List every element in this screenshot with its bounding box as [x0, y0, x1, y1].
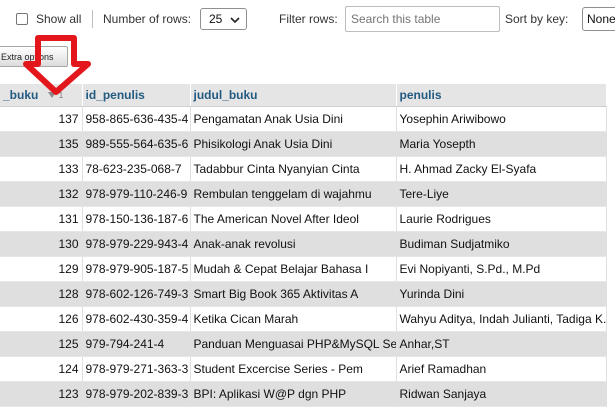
- show-all-control[interactable]: Show all: [16, 0, 81, 38]
- cell-id-buku[interactable]: 135: [0, 131, 83, 157]
- table-row[interactable]: 137 958-865-636-435-4 Pengamatan Anak Us…: [0, 106, 607, 132]
- filter-search-input[interactable]: [345, 6, 500, 32]
- cell-judul-buku[interactable]: Anak-anak revolusi: [190, 231, 397, 257]
- sort-key-value: None: [587, 12, 615, 26]
- cell-id-penulis[interactable]: 978-150-136-187-6: [82, 206, 191, 232]
- column-header-id-penulis[interactable]: id_penulis: [82, 84, 191, 107]
- cell-penulis[interactable]: Budiman Sudjatmiko: [396, 231, 607, 257]
- cell-id-penulis[interactable]: 978-979-202-839-3: [82, 381, 191, 407]
- cell-judul-buku[interactable]: Student Excercise Series - Pem: [190, 356, 397, 382]
- cell-penulis[interactable]: Anhar,ST: [396, 331, 607, 357]
- cell-judul-buku[interactable]: Mudah & Cepat Belajar Bahasa I: [190, 256, 397, 282]
- table-row[interactable]: 131 978-150-136-187-6 The American Novel…: [0, 206, 607, 232]
- cell-judul-buku[interactable]: BPI: Aplikasi W@P dgn PHP: [190, 381, 397, 407]
- cell-penulis[interactable]: Maria Yosepth: [396, 131, 607, 157]
- column-header-label[interactable]: penulis: [400, 88, 442, 102]
- cell-judul-buku[interactable]: Tadabbur Cinta Nyanyian Cinta: [190, 156, 397, 182]
- table-row[interactable]: 129 978-979-905-187-5 Mudah & Cepat Bela…: [0, 256, 607, 282]
- cell-id-penulis[interactable]: 979-794-241-4: [82, 331, 191, 357]
- results-table: _buku 1 id_penulis judul_buku penulis 13…: [0, 84, 607, 407]
- table-row[interactable]: 132 978-979-110-246-9 Rembulan tenggelam…: [0, 181, 607, 207]
- cell-id-penulis[interactable]: 978-979-271-363-3: [82, 356, 191, 382]
- rows-select[interactable]: 25: [200, 8, 247, 30]
- cell-id-penulis[interactable]: 78-623-235-068-7: [82, 156, 191, 182]
- rows-label: Number of rows:: [103, 12, 192, 26]
- cell-id-penulis[interactable]: 958-865-636-435-4: [82, 106, 191, 132]
- table-row[interactable]: 130 978-979-229-943-4 Anak-anak revolusi…: [0, 231, 607, 257]
- cell-id-buku[interactable]: 123: [0, 381, 83, 407]
- cell-judul-buku[interactable]: Pengamatan Anak Usia Dini: [190, 106, 397, 132]
- cell-penulis[interactable]: Yosephin Ariwibowo: [396, 106, 607, 132]
- column-header-label[interactable]: judul_buku: [194, 88, 258, 102]
- cell-id-buku[interactable]: 130: [0, 231, 83, 257]
- table-row[interactable]: 126 978-602-430-359-4 Ketika Cican Marah…: [0, 306, 607, 332]
- show-all-label: Show all: [36, 12, 82, 26]
- table-row[interactable]: 123 978-979-202-839-3 BPI: Aplikasi W@P …: [0, 381, 607, 407]
- table-row[interactable]: 133 78-623-235-068-7 Tadabbur Cinta Nyan…: [0, 156, 607, 182]
- cell-id-buku[interactable]: 126: [0, 306, 83, 332]
- toolbar-divider: [92, 10, 93, 28]
- table-navigation-toolbar: Show all Number of rows: 25 Filter rows:…: [0, 0, 615, 38]
- column-header-judul-buku[interactable]: judul_buku: [190, 84, 397, 107]
- cell-id-penulis[interactable]: 978-602-126-749-3: [82, 281, 191, 307]
- cell-judul-buku[interactable]: Panduan Menguasai PHP&MySQL Se: [190, 331, 397, 357]
- cell-judul-buku[interactable]: Rembulan tenggelam di wajahmu: [190, 181, 397, 207]
- red-arrow-annotation: [23, 35, 91, 95]
- cell-penulis[interactable]: Evi Nopiyanti, S.Pd., M.Pd: [396, 256, 607, 282]
- cell-id-penulis[interactable]: 978-979-229-943-4: [82, 231, 191, 257]
- table-row[interactable]: 128 978-602-126-749-3 Smart Big Book 365…: [0, 281, 607, 307]
- cell-penulis[interactable]: Ridwan Sanjaya: [396, 381, 607, 407]
- cell-id-penulis[interactable]: 978-979-905-187-5: [82, 256, 191, 282]
- cell-id-buku[interactable]: 131: [0, 206, 83, 232]
- cell-penulis[interactable]: Laurie Rodrigues: [396, 206, 607, 232]
- column-header-penulis[interactable]: penulis: [396, 84, 607, 107]
- cell-penulis[interactable]: H. Ahmad Zacky El-Syafa: [396, 156, 607, 182]
- cell-judul-buku[interactable]: The American Novel After Ideol: [190, 206, 397, 232]
- cell-id-buku[interactable]: 137: [0, 106, 83, 132]
- sort-label: Sort by key:: [505, 12, 569, 26]
- cell-penulis[interactable]: Wahyu Aditya, Indah Julianti, Tadiga K.: [396, 306, 607, 332]
- show-all-checkbox[interactable]: [16, 13, 28, 25]
- sort-key-select[interactable]: None: [582, 7, 615, 31]
- cell-id-buku[interactable]: 133: [0, 156, 83, 182]
- cell-penulis[interactable]: Yurinda Dini: [396, 281, 607, 307]
- cell-id-penulis[interactable]: 989-555-564-635-6: [82, 131, 191, 157]
- table-row[interactable]: 124 978-979-271-363-3 Student Excercise …: [0, 356, 607, 382]
- cell-id-buku[interactable]: 125: [0, 331, 83, 357]
- cell-id-buku[interactable]: 132: [0, 181, 83, 207]
- table-row[interactable]: 125 979-794-241-4 Panduan Menguasai PHP&…: [0, 331, 607, 357]
- cell-judul-buku[interactable]: Phisikologi Anak Usia Dini: [190, 131, 397, 157]
- filter-label: Filter rows:: [279, 12, 338, 26]
- cell-id-penulis[interactable]: 978-602-430-359-4: [82, 306, 191, 332]
- cell-id-buku[interactable]: 128: [0, 281, 83, 307]
- cell-penulis[interactable]: Tere-Liye: [396, 181, 607, 207]
- cell-id-penulis[interactable]: 978-979-110-246-9: [82, 181, 191, 207]
- table-row[interactable]: 135 989-555-564-635-6 Phisikologi Anak U…: [0, 131, 607, 157]
- cell-penulis[interactable]: Arief Ramadhan: [396, 356, 607, 382]
- cell-id-buku[interactable]: 129: [0, 256, 83, 282]
- cell-judul-buku[interactable]: Smart Big Book 365 Aktivitas A: [190, 281, 397, 307]
- cell-id-buku[interactable]: 124: [0, 356, 83, 382]
- cell-judul-buku[interactable]: Ketika Cican Marah: [190, 306, 397, 332]
- rows-select-value: 25: [209, 12, 223, 26]
- chevron-down-icon: [230, 17, 240, 24]
